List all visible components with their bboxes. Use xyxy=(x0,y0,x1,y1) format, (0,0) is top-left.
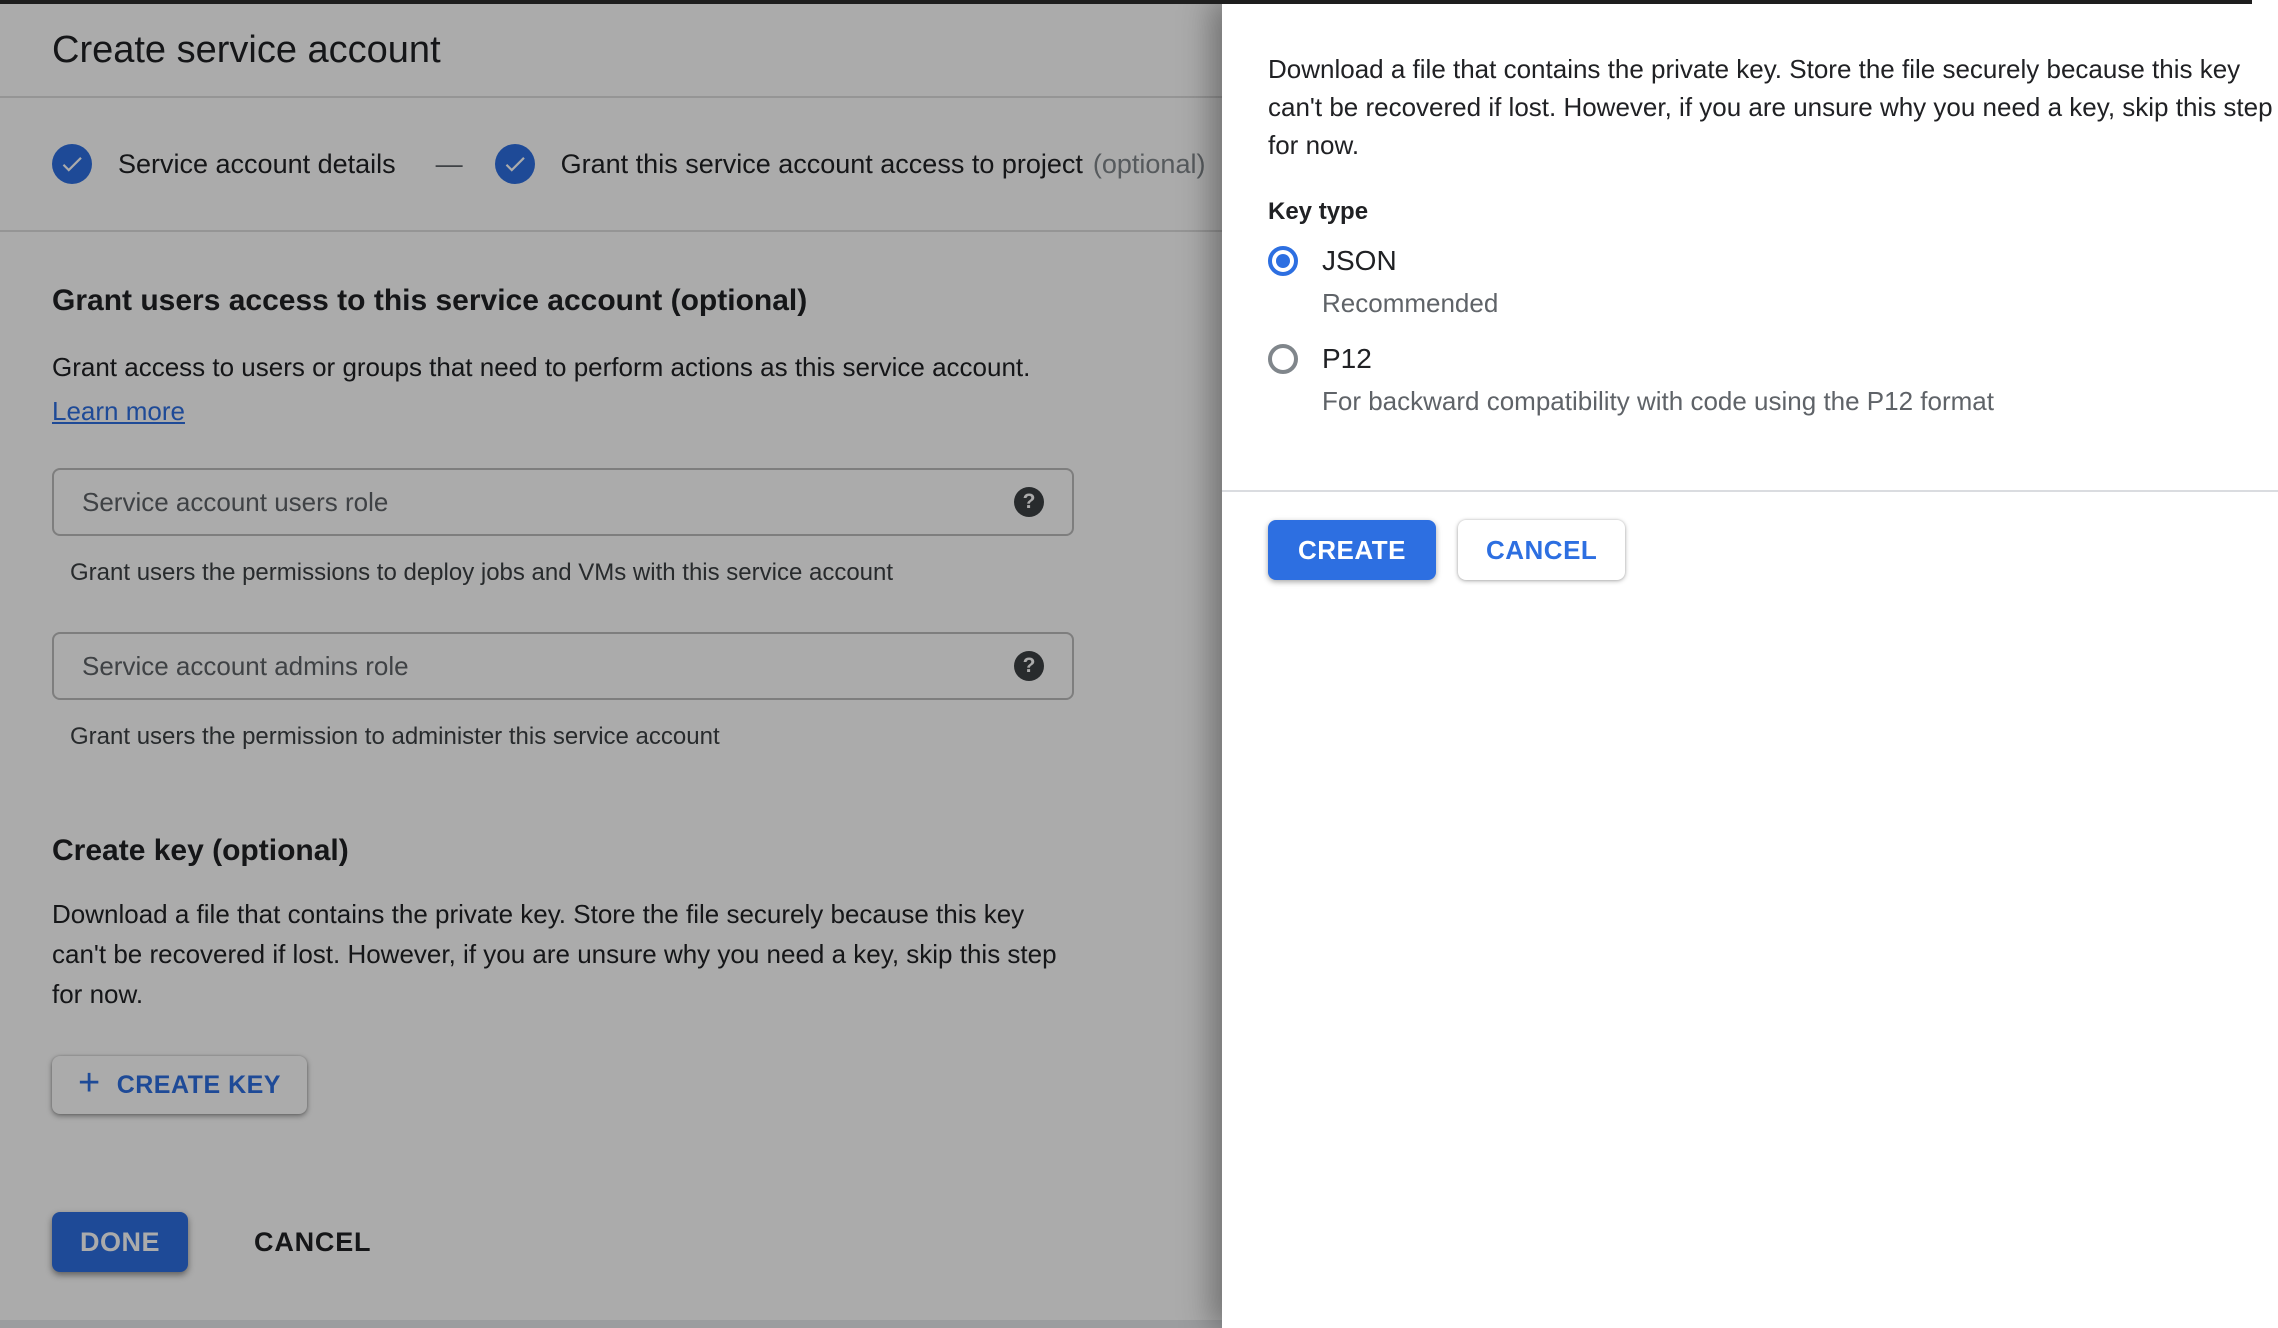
create-key-panel: Download a file that contains the privat… xyxy=(1222,0,2278,1328)
key-type-option-p12[interactable]: P12 xyxy=(1268,340,2278,378)
key-type-label: Key type xyxy=(1268,198,2278,226)
radio-selected-icon xyxy=(1268,246,1298,276)
panel-divider xyxy=(1222,490,2278,492)
create-button-label: CREATE xyxy=(1298,535,1406,566)
description-line: Download a file that contains the privat… xyxy=(1268,50,2278,88)
radio-unselected-icon xyxy=(1268,344,1298,374)
create-button[interactable]: CREATE xyxy=(1268,520,1436,580)
cancel-button-label: CANCEL xyxy=(1486,535,1597,566)
key-type-option-json[interactable]: JSON xyxy=(1268,242,2278,280)
option-label: P12 xyxy=(1322,340,1372,378)
description-line: can't be recovered if lost. However, if … xyxy=(1268,88,2278,126)
modal-scrim xyxy=(0,0,1222,1328)
key-description: Download a file that contains the privat… xyxy=(1268,0,2278,164)
option-label: JSON xyxy=(1322,242,1397,280)
window-top-border xyxy=(0,0,2252,4)
json-option-sublabel: Recommended xyxy=(1322,288,2278,318)
p12-option-sublabel: For backward compatibility with code usi… xyxy=(1322,386,2278,416)
panel-actions: CREATE CANCEL xyxy=(1268,520,2278,580)
description-line: for now. xyxy=(1268,126,2278,164)
cancel-button[interactable]: CANCEL xyxy=(1458,520,1625,580)
